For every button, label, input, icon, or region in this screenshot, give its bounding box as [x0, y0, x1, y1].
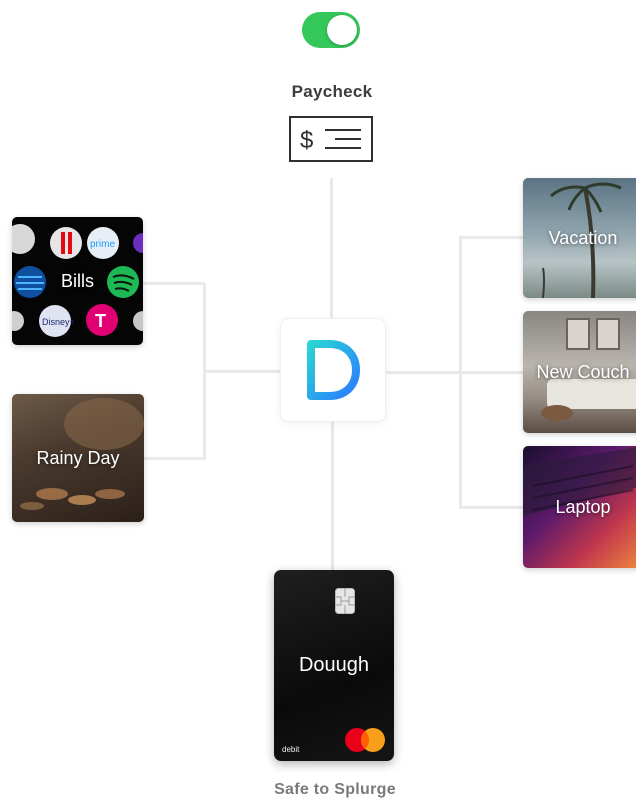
bills-tile[interactable]: prime Disney+ T Bills — [12, 217, 143, 345]
vacation-label: Vacation — [548, 227, 618, 248]
safe-to-splurge-label: Safe to Splurge — [274, 781, 396, 798]
connector-bottom — [331, 422, 334, 570]
svg-text:T: T — [95, 311, 106, 331]
debit-card[interactable]: Douugh debit — [274, 570, 394, 761]
laptop-tile[interactable]: Laptop — [523, 446, 636, 568]
mastercard-icon — [345, 728, 385, 752]
vacation-tile[interactable]: Vacation — [523, 178, 636, 298]
card-chip-icon — [335, 588, 355, 614]
new-couch-tile[interactable]: New Couch — [523, 311, 636, 433]
card-brand: Douugh — [298, 654, 370, 676]
connector-right-hub — [386, 371, 462, 374]
svg-text:Disney+: Disney+ — [42, 317, 75, 327]
auto-distribute-toggle[interactable] — [302, 12, 360, 48]
rainy-day-label: Rainy Day — [36, 447, 120, 468]
svg-text:prime: prime — [90, 239, 115, 250]
card-type-label: debit — [282, 745, 300, 754]
svg-text:$: $ — [300, 127, 313, 154]
connector-vacation — [459, 236, 523, 239]
connector-left-trunk — [203, 283, 206, 459]
bills-label: Bills — [60, 270, 94, 291]
paycheck-label: Paycheck — [291, 82, 373, 101]
new-couch-label: New Couch — [536, 361, 630, 382]
connector-bills — [143, 282, 205, 285]
connector-laptop — [459, 506, 523, 509]
check-dollar-icon: $ — [289, 116, 373, 162]
rainy-day-tile[interactable]: Rainy Day — [12, 394, 144, 522]
connector-couch — [459, 371, 523, 374]
douugh-hub[interactable] — [280, 318, 386, 422]
douugh-logo-icon — [307, 340, 360, 400]
connector-rainy — [144, 457, 205, 460]
toggle-knob — [327, 15, 357, 45]
connector-top — [330, 178, 333, 318]
laptop-label: Laptop — [555, 496, 611, 517]
connector-left-hub — [204, 370, 280, 373]
